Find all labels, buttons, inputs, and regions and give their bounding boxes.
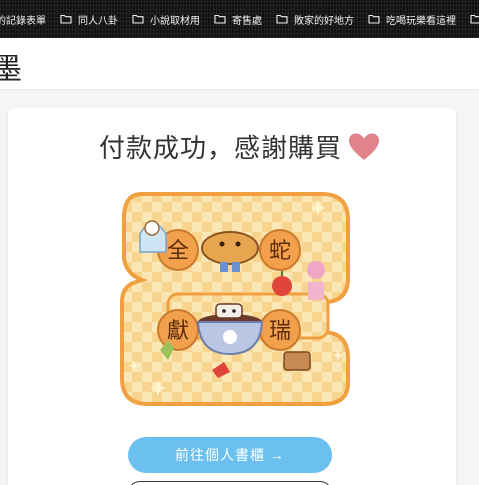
- bookmark-item[interactable]: 小說取材用: [132, 12, 200, 27]
- secondary-button[interactable]: [128, 481, 332, 485]
- board-character: 蛇: [269, 239, 291, 264]
- bookmark-item[interactable]: 寄售處: [214, 12, 262, 27]
- bookmark-label: 敗家的好地方: [294, 15, 354, 27]
- bookmark-label: 同人八卦: [78, 15, 118, 27]
- board-character: 瑞: [269, 319, 291, 344]
- bookmark-item[interactable]: 敗家的好地方: [276, 12, 354, 27]
- bookmark-item[interactable]: 的記錄表單: [0, 12, 46, 27]
- folder-icon: [132, 14, 144, 24]
- site-header: 墨: [0, 38, 479, 90]
- folder-icon: [368, 14, 380, 24]
- success-message: 付款成功，感謝購買: [98, 134, 342, 164]
- bookmark-item[interactable]: 同人八卦: [60, 12, 118, 27]
- bookmark-label: 寄售處: [232, 15, 262, 27]
- folder-icon: [470, 14, 479, 24]
- heart-icon: [348, 132, 380, 162]
- folder-icon: [60, 14, 72, 24]
- board-character: 獻: [167, 319, 189, 344]
- page-title: 付款成功，感謝購買: [0, 128, 479, 165]
- folder-icon: [214, 14, 226, 24]
- bookmark-label: 吃喝玩樂看這裡: [386, 15, 456, 27]
- bookmark-item[interactable]: 吃喝玩樂看這裡: [368, 12, 456, 27]
- success-illustration: 全 蛇 獻 瑞: [112, 182, 358, 408]
- site-logo[interactable]: 墨: [0, 44, 22, 88]
- bookmark-item[interactable]: [470, 14, 479, 24]
- bookmarks-bar: 的記錄表單 同人八卦 小說取材用 寄售處 敗家的好地方 吃喝玩樂看這裡: [0, 0, 479, 38]
- folder-icon: [276, 14, 288, 24]
- go-to-bookshelf-button[interactable]: 前往個人書櫃 →: [128, 437, 332, 473]
- bookmark-label: 的記錄表單: [0, 15, 46, 27]
- bookmark-label: 小說取材用: [150, 15, 200, 27]
- board-character: 全: [167, 239, 189, 264]
